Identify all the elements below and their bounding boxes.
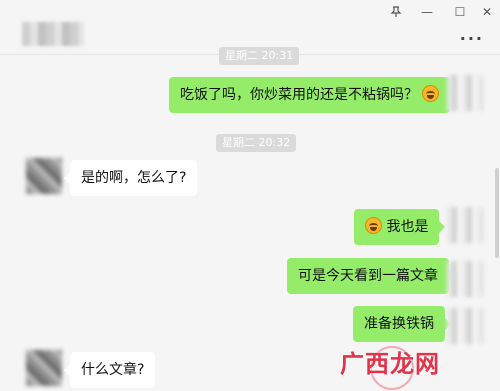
avatar-self[interactable] [447, 207, 483, 243]
avatar-self[interactable] [447, 75, 483, 111]
avatar-contact[interactable] [26, 350, 62, 386]
watermark: 广西龙网 [340, 350, 440, 378]
avatar-self[interactable] [447, 308, 483, 344]
timestamp-partial: 星期二 20:31 [219, 47, 300, 65]
timestamp: 星期二 20:32 [216, 134, 297, 152]
avatar-self[interactable] [447, 261, 483, 297]
scrollbar[interactable] [495, 168, 499, 258]
laughing-crying-emoji-icon [422, 85, 440, 102]
message-text: 我也是 [386, 219, 429, 235]
pin-icon[interactable] [387, 5, 405, 19]
avatar-contact[interactable] [26, 158, 62, 194]
maximize-button[interactable]: ☐ [451, 5, 469, 19]
message-bubble-sent[interactable]: 我也是 [354, 209, 446, 245]
message-text: 是的啊，怎么了? [81, 170, 187, 186]
message-bubble-sent[interactable]: 准备换铁锅 [353, 306, 451, 342]
minimize-button[interactable]: — [418, 5, 436, 19]
close-button[interactable]: ✕ [478, 5, 496, 19]
more-options-icon[interactable]: ··· [460, 29, 484, 48]
message-text: 吃饭了吗，你炒菜用的还是不粘锅吗？ [180, 87, 418, 103]
laughing-crying-emoji-icon [365, 217, 382, 234]
message-text: 可是今天看到一篇文章 [298, 268, 438, 284]
message-text: 准备换铁锅 [364, 316, 434, 332]
message-bubble-received[interactable]: 是的啊，怎么了? [63, 160, 198, 196]
message-text: 什么文章? [81, 362, 145, 378]
contact-name-blurred [22, 22, 84, 46]
message-bubble-sent[interactable]: 可是今天看到一篇文章 [287, 258, 455, 294]
message-bubble-received[interactable]: 什么文章? [63, 352, 156, 388]
title-bar: — ☐ ✕ ··· [0, 0, 500, 48]
message-bubble-sent[interactable]: 吃饭了吗，你炒菜用的还是不粘锅吗？ [169, 77, 457, 113]
